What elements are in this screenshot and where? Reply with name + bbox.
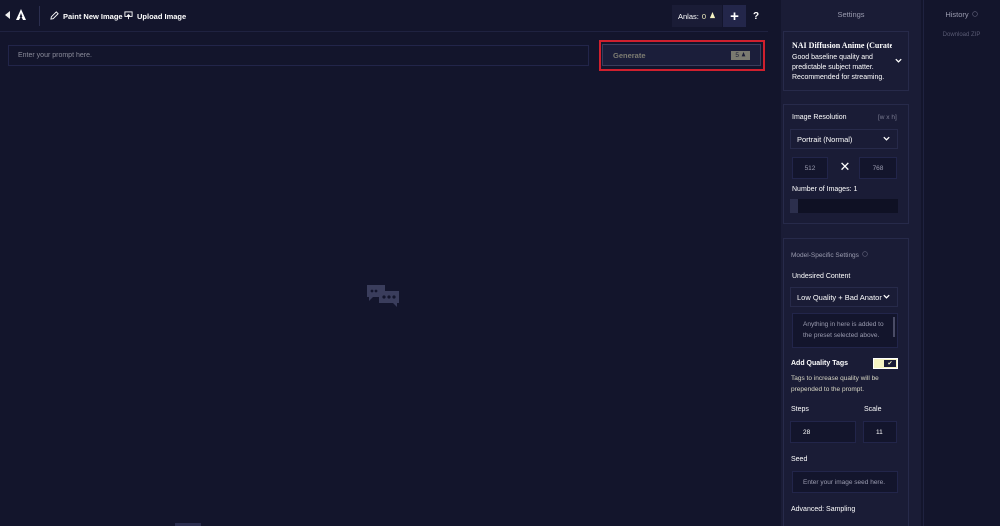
image-resolution-label: Image Resolution xyxy=(792,114,847,121)
undesired-content-select[interactable]: Low Quality + Bad Anatomy xyxy=(790,287,898,307)
pencil-icon xyxy=(50,10,59,22)
textarea-scrollbar[interactable] xyxy=(893,317,895,337)
add-quality-tags-label: Add Quality Tags xyxy=(791,360,849,367)
paint-new-image-label: Paint New Image xyxy=(63,11,123,21)
settings-header: Settings xyxy=(837,10,865,19)
generate-cost-value: 5 xyxy=(735,51,739,59)
help-circle-icon[interactable] xyxy=(862,251,868,259)
chevron-down-icon[interactable] xyxy=(894,56,903,65)
model-description: Good baseline quality and predictable su… xyxy=(792,54,885,81)
number-of-images-label: Number of Images: 1 xyxy=(792,186,857,193)
model-selector[interactable]: NAI Diffusion Anime (Curated) Good basel… xyxy=(783,31,909,91)
height-input[interactable]: 768 xyxy=(859,157,897,179)
chat-bubbles-icon xyxy=(367,283,399,309)
generate-label: Generate xyxy=(613,50,646,60)
anlas-icon xyxy=(709,11,716,21)
slider-thumb[interactable] xyxy=(790,199,798,213)
number-of-images-slider[interactable] xyxy=(790,199,898,213)
novelai-logo-icon[interactable] xyxy=(14,8,28,22)
resolution-hint: [w x h] xyxy=(878,114,897,121)
scale-label: Scale xyxy=(864,406,882,413)
upload-image-label: Upload Image xyxy=(137,11,187,21)
anlas-icon xyxy=(741,51,746,59)
quality-tags-description: Tags to increase quality will be prepend… xyxy=(791,375,879,393)
prompt-input[interactable] xyxy=(8,45,589,66)
generate-button[interactable]: Generate 5 xyxy=(602,44,761,66)
undesired-content-label: Undesired Content xyxy=(792,273,851,280)
divider xyxy=(39,6,40,26)
resolution-preset-select[interactable]: Portrait (Normal) xyxy=(790,129,898,149)
steps-label: Steps xyxy=(791,406,809,413)
scale-input[interactable]: 11 xyxy=(863,421,897,443)
chevron-down-icon xyxy=(882,292,891,303)
steps-input[interactable]: 28 xyxy=(790,421,856,443)
anlas-value: 0 xyxy=(701,11,707,21)
seed-label: Seed xyxy=(791,456,808,463)
anlas-label: Anlas: xyxy=(677,11,699,21)
width-input[interactable]: 512 xyxy=(792,157,828,179)
number-of-images-text: Number of Images: xyxy=(792,186,852,193)
download-zip-button[interactable]: Download ZIP xyxy=(923,32,1000,38)
swap-dimensions-icon[interactable]: ✕ xyxy=(838,159,852,174)
history-header-text: History xyxy=(945,10,969,19)
help-circle-icon[interactable] xyxy=(971,10,978,19)
model-specific-settings-text: Model-Specific Settings xyxy=(791,251,859,259)
undesired-content-textarea[interactable]: Anything in here is added to the preset … xyxy=(792,313,898,348)
help-button[interactable]: ? xyxy=(749,9,763,23)
check-icon: ✔ xyxy=(884,360,896,367)
history-header: History xyxy=(923,10,1000,19)
add-quality-tags-toggle[interactable]: ✔ xyxy=(873,358,898,369)
anlas-balance: Anlas: 0 xyxy=(672,5,722,27)
number-of-images-value: 1 xyxy=(853,186,858,193)
paint-new-image-button[interactable]: Paint New Image xyxy=(50,10,123,22)
collapse-left-icon[interactable] xyxy=(5,11,10,19)
generate-cost-badge: 5 xyxy=(731,50,750,60)
undesired-content-value: Low Quality + Bad Anatomy xyxy=(797,292,882,302)
model-name: NAI Diffusion Anime (Curated) xyxy=(792,41,892,50)
upload-icon xyxy=(124,10,133,22)
buy-anlas-button[interactable]: + xyxy=(723,5,746,27)
chevron-down-icon xyxy=(882,134,891,145)
model-specific-settings-label: Model-Specific Settings xyxy=(791,251,868,259)
advanced-sampling-label[interactable]: Advanced: Sampling xyxy=(791,506,855,513)
seed-input[interactable]: Enter your image seed here. xyxy=(792,471,898,493)
resolution-preset-value: Portrait (Normal) xyxy=(797,134,853,144)
upload-image-button[interactable]: Upload Image xyxy=(124,10,186,22)
history-panel xyxy=(923,0,1000,526)
